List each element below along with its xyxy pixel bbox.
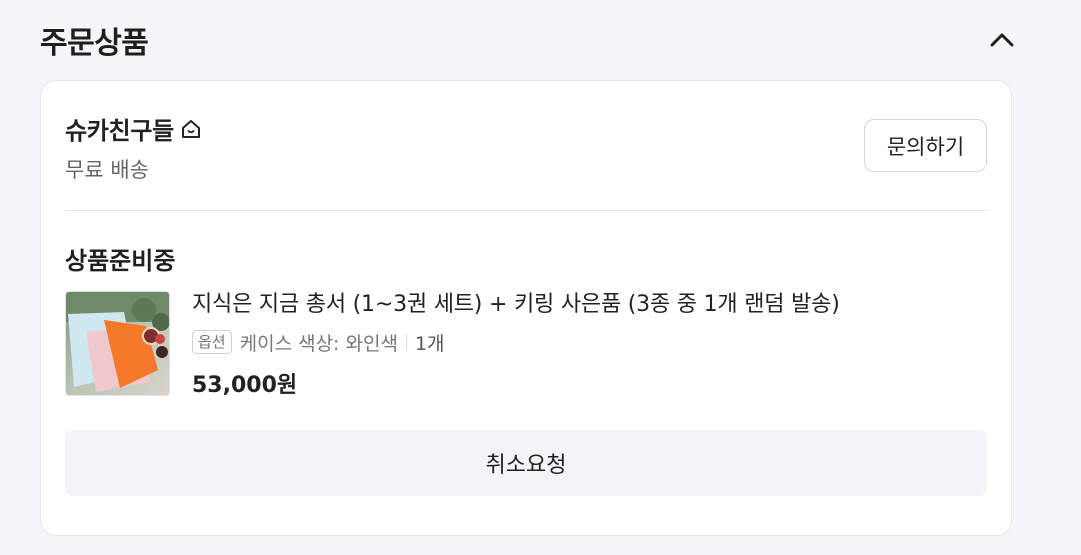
- collapse-button[interactable]: [982, 20, 1022, 60]
- option-badge: 옵션: [192, 330, 232, 354]
- option-text: 케이스 색상: 와인색: [239, 332, 398, 355]
- divider: [65, 210, 987, 211]
- order-card: 슈카친구들 무료 배송 문의하기 상품준비중 지식은 지금 총서 (1~3권 세…: [40, 80, 1012, 536]
- chevron-up-icon: [990, 33, 1014, 47]
- seller-row: 슈카친구들 무료 배송 문의하기: [65, 111, 987, 182]
- seller-name-link[interactable]: 슈카친구들: [65, 111, 987, 146]
- product-title[interactable]: 지식은 지금 총서 (1~3권 세트) + 키링 사은품 (3종 중 1개 랜덤…: [192, 291, 987, 319]
- section-title: 주문상품: [40, 26, 149, 61]
- seller-name: 슈카친구들: [65, 117, 174, 145]
- product-price: 53,000원: [192, 373, 298, 398]
- product-item[interactable]: 지식은 지금 총서 (1~3권 세트) + 키링 사은품 (3종 중 1개 랜덤…: [65, 291, 987, 399]
- order-status: 상품준비중: [65, 247, 176, 275]
- cancel-request-button[interactable]: 취소요청: [65, 430, 987, 496]
- home-icon[interactable]: [180, 118, 202, 140]
- inquiry-button[interactable]: 문의하기: [864, 119, 987, 172]
- product-thumbnail[interactable]: [65, 291, 170, 396]
- product-quantity: 1개: [414, 332, 445, 355]
- product-info: 지식은 지금 총서 (1~3권 세트) + 키링 사은품 (3종 중 1개 랜덤…: [192, 291, 987, 399]
- option-separator: [405, 334, 407, 350]
- shipping-info: 무료 배송: [65, 158, 149, 182]
- product-option: 옵션 케이스 색상: 와인색 1개: [192, 329, 987, 355]
- section-header: 주문상품: [40, 18, 1030, 62]
